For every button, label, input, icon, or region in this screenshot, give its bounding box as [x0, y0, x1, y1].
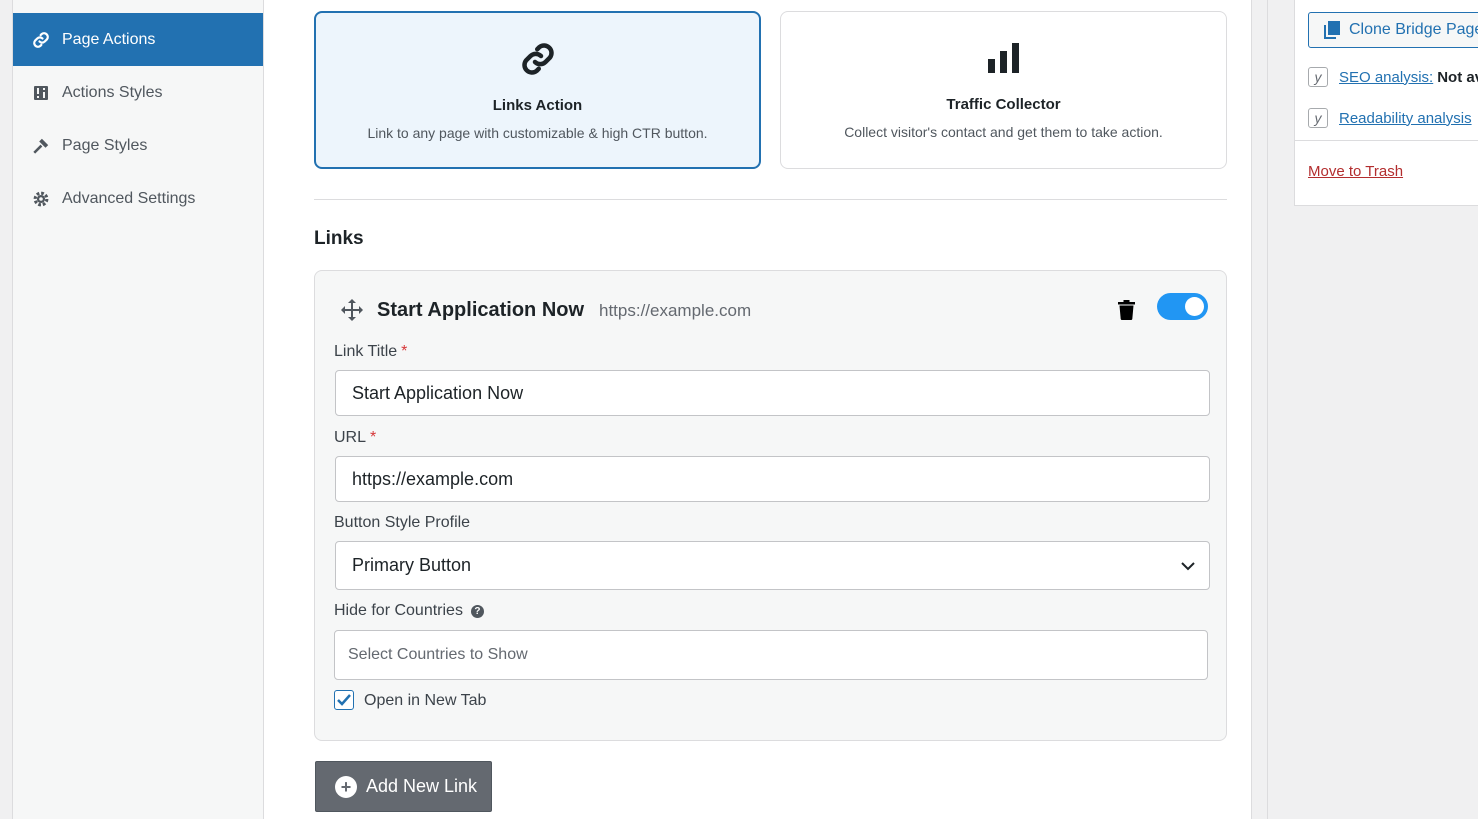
yoast-icon: y [1308, 108, 1328, 128]
sliders-icon [32, 84, 50, 102]
action-card-title: Links Action [492, 97, 583, 114]
sidebar-item-page-actions[interactable]: Page Actions [13, 13, 263, 66]
link-item-panel: Start Application Now https://example.co… [314, 270, 1227, 741]
sidebar-item-page-styles[interactable]: Page Styles [13, 119, 263, 172]
clone-button-label: Clone Bridge Page [1349, 21, 1478, 38]
gear-icon [32, 190, 50, 208]
seo-analysis-row: y SEO analysis: Not available [1308, 67, 1478, 87]
move-handle-icon[interactable] [339, 297, 365, 323]
sidebar-item-advanced-settings[interactable]: Advanced Settings [13, 172, 263, 225]
links-section-title: Links [314, 228, 364, 249]
url-input[interactable]: https://example.com [335, 456, 1210, 502]
main-content: Links Action Link to any page with custo… [314, 0, 1227, 819]
url-label: URL * [334, 429, 377, 446]
help-icon[interactable]: ? [470, 605, 484, 618]
seo-analysis-value: Not available [1437, 68, 1478, 86]
plus-circle-icon: + [335, 775, 357, 798]
publish-divider [1295, 140, 1478, 141]
move-to-trash-link[interactable]: Move to Trash [1308, 163, 1403, 180]
open-new-tab-checkbox[interactable] [334, 690, 354, 710]
hide-countries-label: Hide for Countries? [334, 602, 484, 620]
readability-analysis-link[interactable]: Readability analysis [1339, 110, 1472, 127]
readability-analysis-row: y Readability analysis [1308, 108, 1472, 128]
section-divider [314, 199, 1227, 200]
link-header-title: Start Application Now [377, 299, 585, 321]
add-new-link-label: Add New Link [366, 776, 478, 796]
toggle-knob [1185, 297, 1204, 316]
open-new-tab-label: Open in New Tab [364, 692, 487, 709]
action-card-traffic-collector[interactable]: Traffic Collector Collect visitor's cont… [780, 11, 1227, 169]
link-enabled-toggle[interactable] [1157, 293, 1208, 320]
button-style-select[interactable]: Primary Button [335, 541, 1210, 590]
sidebar-item-label: Page Styles [62, 136, 148, 154]
sidebar-item-actions-styles[interactable]: Actions Styles [13, 66, 263, 119]
hammer-icon [32, 137, 50, 155]
button-style-label: Button Style Profile [334, 514, 471, 531]
countries-multiselect[interactable]: Select Countries to Show [334, 630, 1208, 680]
link-title-label: Link Title * [334, 343, 408, 360]
delete-link-icon[interactable] [1115, 298, 1137, 322]
required-mark: * [401, 343, 408, 360]
bar-chart-icon [984, 38, 1024, 78]
seo-analysis-link[interactable]: SEO analysis: [1339, 69, 1433, 86]
add-new-link-button[interactable]: + Add New Link [315, 761, 492, 812]
link-icon [32, 31, 50, 49]
settings-panel: Page Actions Actions Styles Page Styles … [12, 0, 1252, 819]
clone-page-button[interactable]: Clone Bridge Page [1308, 12, 1478, 48]
settings-sidebar: Page Actions Actions Styles Page Styles … [13, 0, 264, 819]
button-style-value: Primary Button [352, 555, 472, 575]
chevron-down-icon [1181, 555, 1195, 576]
action-card-description: Collect visitor's contact and get them t… [844, 124, 1163, 140]
link-header-url: https://example.com [599, 301, 752, 320]
copy-icon [1324, 21, 1340, 39]
sidebar-item-label: Actions Styles [62, 83, 163, 101]
action-card-links[interactable]: Links Action Link to any page with custo… [314, 11, 761, 169]
post-sidebar: Clone Bridge Page y SEO analysis: Not av… [1267, 0, 1478, 819]
required-mark: * [370, 429, 377, 446]
yoast-icon: y [1308, 67, 1328, 87]
link-icon [518, 39, 558, 79]
action-card-description: Link to any page with customizable & hig… [367, 125, 708, 141]
link-title-input[interactable]: Start Application Now [335, 370, 1210, 416]
sidebar-item-label: Page Actions [62, 30, 156, 48]
sidebar-item-label: Advanced Settings [62, 189, 196, 207]
action-card-title: Traffic Collector [946, 96, 1061, 113]
